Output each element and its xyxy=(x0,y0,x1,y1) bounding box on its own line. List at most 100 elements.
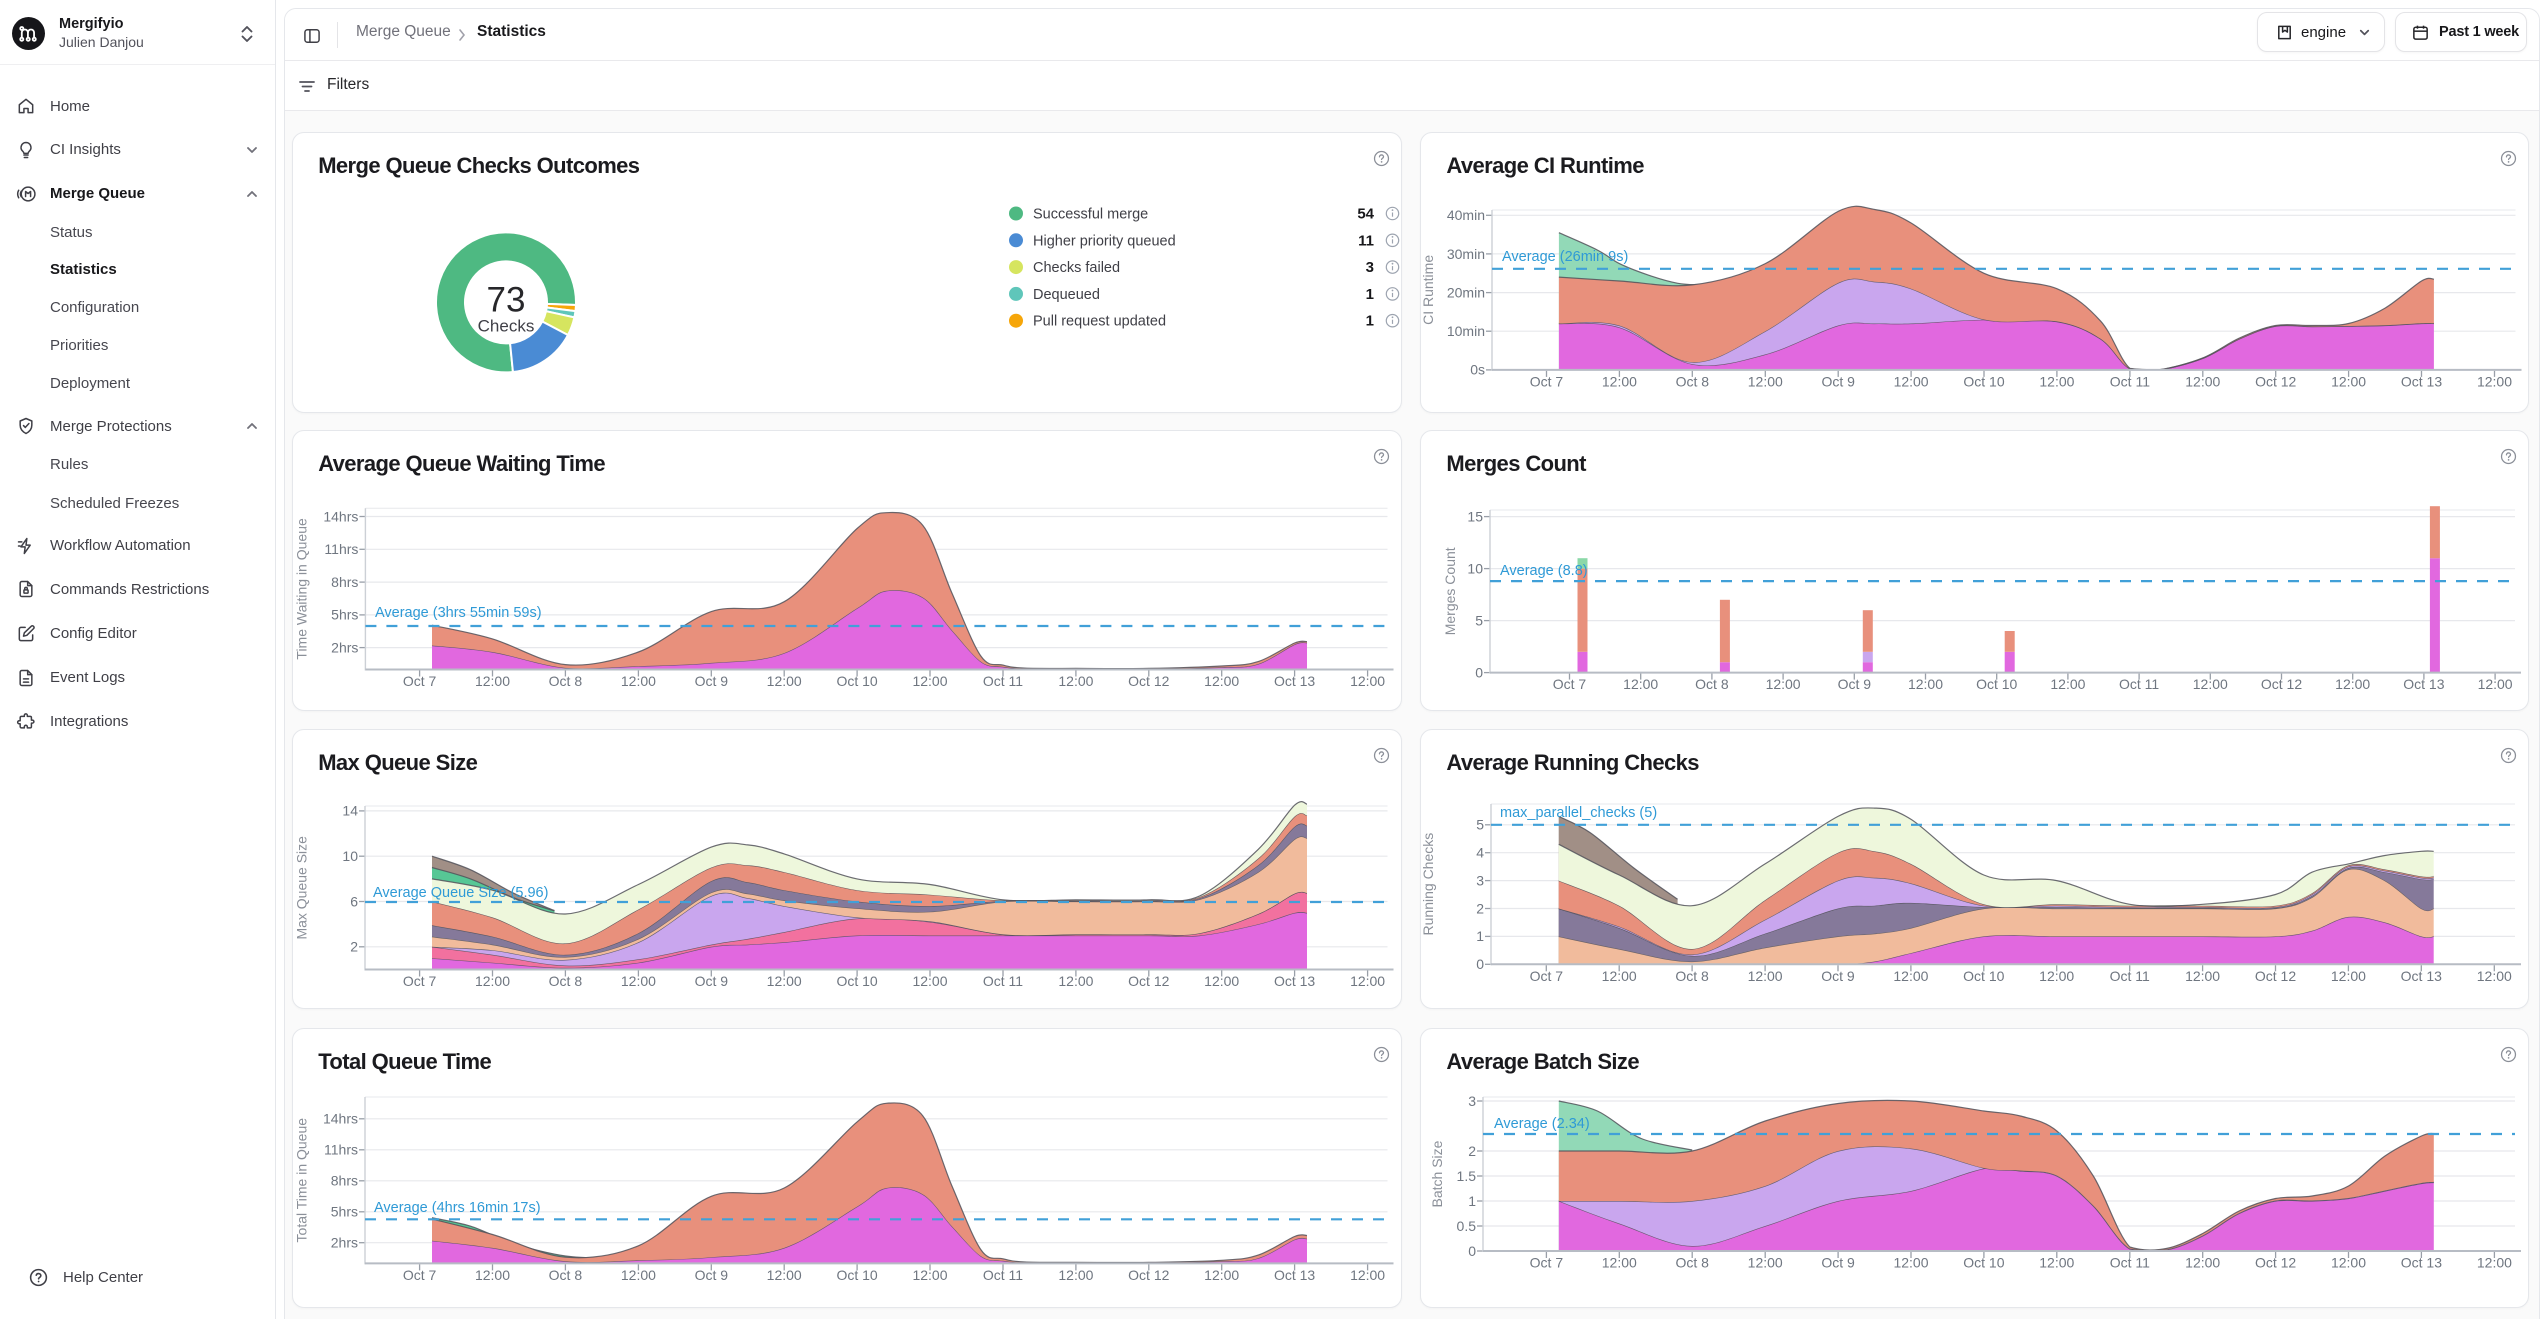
svg-text:Oct 10: Oct 10 xyxy=(1976,676,2017,692)
svg-text:Oct 13: Oct 13 xyxy=(1274,673,1315,689)
svg-text:12:00: 12:00 xyxy=(2477,968,2512,984)
svg-text:3: 3 xyxy=(1476,872,1484,888)
svg-text:Oct 10: Oct 10 xyxy=(1963,1255,2004,1271)
svg-text:Oct 8: Oct 8 xyxy=(1675,968,1709,984)
svg-text:0: 0 xyxy=(1475,664,1483,680)
svg-text:Oct 9: Oct 9 xyxy=(695,1267,729,1283)
svg-text:12:00: 12:00 xyxy=(1894,373,1929,389)
svg-text:0.5: 0.5 xyxy=(1457,1218,1477,1234)
svg-text:5: 5 xyxy=(1476,817,1484,833)
svg-text:12:00: 12:00 xyxy=(475,673,510,689)
svg-text:6: 6 xyxy=(350,893,358,909)
svg-text:3: 3 xyxy=(1468,1093,1476,1109)
svg-text:12:00: 12:00 xyxy=(621,973,656,989)
svg-text:0: 0 xyxy=(1476,956,1484,972)
svg-text:Oct 12: Oct 12 xyxy=(1128,1267,1169,1283)
svg-text:Oct 7: Oct 7 xyxy=(1530,1255,1564,1271)
svg-text:Oct 12: Oct 12 xyxy=(2255,968,2296,984)
svg-text:Oct 13: Oct 13 xyxy=(1274,1267,1315,1283)
svg-text:Oct 13: Oct 13 xyxy=(2401,968,2442,984)
svg-text:2: 2 xyxy=(1476,900,1484,916)
svg-text:20min: 20min xyxy=(1447,284,1485,300)
svg-text:1.5: 1.5 xyxy=(1457,1168,1477,1184)
svg-text:10min: 10min xyxy=(1447,323,1485,339)
svg-text:11: 11 xyxy=(1358,232,1374,249)
svg-text:10: 10 xyxy=(342,848,358,864)
svg-text:Oct 11: Oct 11 xyxy=(983,673,1023,689)
svg-text:2hrs: 2hrs xyxy=(331,1235,358,1251)
svg-text:Oct 7: Oct 7 xyxy=(1553,676,1587,692)
svg-text:Average (4hrs 16min 17s): Average (4hrs 16min 17s) xyxy=(374,1200,541,1216)
svg-text:Average (2.34): Average (2.34) xyxy=(1494,1116,1590,1132)
svg-text:Oct 11: Oct 11 xyxy=(2119,676,2159,692)
svg-text:Average Queue Size (5.96): Average Queue Size (5.96) xyxy=(373,885,548,901)
svg-text:Oct 12: Oct 12 xyxy=(2255,373,2296,389)
svg-text:Oct 7: Oct 7 xyxy=(403,673,437,689)
svg-text:10: 10 xyxy=(1467,560,1483,576)
svg-text:2: 2 xyxy=(1468,1143,1476,1159)
svg-text:Pull request updated: Pull request updated xyxy=(1033,314,1166,330)
svg-text:14: 14 xyxy=(342,803,358,819)
svg-text:12:00: 12:00 xyxy=(1204,1267,1239,1283)
svg-text:Oct 12: Oct 12 xyxy=(1128,673,1169,689)
svg-text:Oct 11: Oct 11 xyxy=(983,973,1023,989)
svg-text:12:00: 12:00 xyxy=(2193,676,2228,692)
svg-text:12:00: 12:00 xyxy=(2478,676,2513,692)
svg-text:12:00: 12:00 xyxy=(621,1267,656,1283)
svg-text:12:00: 12:00 xyxy=(1602,373,1637,389)
svg-text:12:00: 12:00 xyxy=(1893,968,1928,984)
svg-text:Dequeued: Dequeued xyxy=(1033,287,1100,303)
svg-text:2: 2 xyxy=(350,939,358,955)
svg-text:Oct 11: Oct 11 xyxy=(2110,968,2150,984)
svg-text:CI Runtime: CI Runtime xyxy=(1420,255,1436,325)
svg-text:12:00: 12:00 xyxy=(1748,968,1783,984)
svg-text:4: 4 xyxy=(1476,845,1484,861)
svg-text:Oct 13: Oct 13 xyxy=(1274,973,1315,989)
svg-text:12:00: 12:00 xyxy=(1766,676,1801,692)
svg-text:12:00: 12:00 xyxy=(1748,373,1783,389)
svg-text:12:00: 12:00 xyxy=(475,973,510,989)
svg-text:Higher priority queued: Higher priority queued xyxy=(1033,233,1176,249)
svg-text:12:00: 12:00 xyxy=(2331,373,2366,389)
svg-text:Oct 11: Oct 11 xyxy=(2110,373,2150,389)
svg-text:30min: 30min xyxy=(1447,246,1485,262)
svg-text:Oct 13: Oct 13 xyxy=(2403,676,2444,692)
svg-text:Max Queue Size: Max Queue Size xyxy=(294,836,310,940)
svg-text:8hrs: 8hrs xyxy=(331,574,358,590)
svg-text:0s: 0s xyxy=(1470,362,1485,378)
svg-text:Oct 9: Oct 9 xyxy=(695,973,729,989)
svg-text:Checks failed: Checks failed xyxy=(1033,260,1120,276)
svg-text:Oct 10: Oct 10 xyxy=(1963,373,2004,389)
svg-text:Oct 7: Oct 7 xyxy=(403,973,437,989)
svg-text:Batch Size: Batch Size xyxy=(1429,1140,1445,1207)
svg-text:Oct 7: Oct 7 xyxy=(403,1267,437,1283)
svg-text:12:00: 12:00 xyxy=(1350,973,1385,989)
svg-text:0: 0 xyxy=(1468,1243,1476,1259)
svg-text:12:00: 12:00 xyxy=(475,1267,510,1283)
svg-text:Oct 8: Oct 8 xyxy=(549,1267,583,1283)
svg-text:8hrs: 8hrs xyxy=(331,1173,358,1189)
svg-text:Oct 7: Oct 7 xyxy=(1530,968,1564,984)
svg-text:12:00: 12:00 xyxy=(912,973,947,989)
svg-text:12:00: 12:00 xyxy=(1058,1267,1093,1283)
svg-text:Average (3hrs 55min 59s): Average (3hrs 55min 59s) xyxy=(375,605,542,621)
svg-text:12:00: 12:00 xyxy=(2039,1255,2074,1271)
svg-text:Oct 9: Oct 9 xyxy=(695,673,729,689)
svg-text:12:00: 12:00 xyxy=(1602,968,1637,984)
svg-text:Oct 11: Oct 11 xyxy=(2110,1255,2150,1271)
svg-text:73: 73 xyxy=(487,280,526,319)
svg-text:Oct 8: Oct 8 xyxy=(1676,373,1710,389)
svg-text:Oct 9: Oct 9 xyxy=(1821,968,1855,984)
svg-text:14hrs: 14hrs xyxy=(323,508,358,524)
svg-text:Successful merge: Successful merge xyxy=(1033,207,1148,223)
svg-text:Average (8.8): Average (8.8) xyxy=(1500,563,1588,579)
svg-text:Oct 8: Oct 8 xyxy=(549,973,583,989)
svg-text:Oct 13: Oct 13 xyxy=(2401,373,2442,389)
svg-text:12:00: 12:00 xyxy=(1748,1255,1783,1271)
svg-text:15: 15 xyxy=(1467,508,1483,524)
svg-text:54: 54 xyxy=(1357,206,1374,223)
svg-text:12:00: 12:00 xyxy=(1908,676,1943,692)
svg-text:2hrs: 2hrs xyxy=(331,639,358,655)
svg-text:12:00: 12:00 xyxy=(767,973,802,989)
svg-text:14hrs: 14hrs xyxy=(323,1111,358,1127)
